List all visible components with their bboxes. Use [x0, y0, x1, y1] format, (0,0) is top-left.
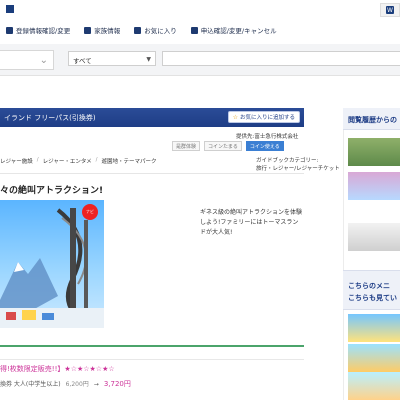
coin-use-badge-label: コイン使える: [249, 143, 280, 150]
nav-bookings[interactable]: 申込確認/変更/キャンセル: [190, 25, 277, 35]
history-thumbnail[interactable]: [348, 138, 400, 166]
breadcrumb-separator: /: [95, 157, 98, 163]
product-headline: 々の絶叫アトラクション!: [0, 186, 104, 196]
promo-text: 得!枚数限定販売!!】★☆★☆★☆★☆: [0, 365, 115, 373]
add-favorite-label: お気に入りに追加する: [239, 115, 295, 121]
add-favorite-button[interactable]: ☆ お気に入りに追加する: [227, 111, 300, 123]
price-line: 換券 大人(中学生以上) 6,200円 → 3,720円: [0, 379, 131, 389]
category-select[interactable]: すべて ▼: [68, 51, 156, 66]
coin-earn-badge-label: コインたまる: [208, 143, 238, 150]
sale-price: 3,720円: [103, 380, 131, 388]
language-label: W: [386, 6, 394, 14]
coin-use-badge[interactable]: コイン使える: [245, 141, 284, 151]
region-select[interactable]: ⌄: [0, 50, 54, 70]
dropdown-arrow-icon: ▼: [146, 56, 151, 63]
recommend-title-line1: こちらのメニ: [348, 282, 390, 290]
heart-icon: [134, 26, 142, 34]
document-icon: [190, 26, 198, 34]
chevron-down-icon: ⌄: [39, 55, 48, 66]
divider: [0, 173, 304, 174]
logo-icon: [6, 5, 14, 13]
account-nav: 登録情報確認/変更 家族情報 お気に入り 申込確認/変更/キャンセル: [6, 25, 277, 35]
product-title: イランド フリーパス(引換券): [4, 114, 96, 122]
experience-badge[interactable]: 是群体験: [172, 141, 201, 151]
history-title: 閲覧履歴からの: [348, 116, 397, 124]
new-badge: ナビ: [82, 204, 98, 220]
category-select-value: すべて: [73, 57, 92, 65]
nav-account-settings[interactable]: 登録情報確認/変更: [6, 25, 70, 35]
recommend-thumbnail[interactable]: [348, 344, 400, 372]
experience-badge-label: 是群体験: [176, 143, 197, 150]
nav-bookings-label: 申込確認/変更/キャンセル: [200, 27, 277, 35]
price-arrow: →: [93, 381, 99, 388]
provider-text: 提供先:富士急行株式会社: [236, 134, 299, 140]
breadcrumb: レジャー施設 / レジャー・エンタメ / 遊園地・テーマパーク: [0, 157, 157, 165]
section-divider: [0, 345, 304, 347]
product-header: イランド フリーパス(引換券) ☆ お気に入りに追加する: [0, 108, 304, 127]
star-icon: ☆: [232, 113, 238, 121]
ticket-type: 換券 大人(中学生以上): [0, 381, 61, 388]
guidebook-category: ガイドブックカテゴリー: 旅行・レジャー/レジャーチケット: [256, 157, 340, 173]
top-navigation: 登録情報確認/変更 家族情報 お気に入り 申込確認/変更/キャンセル W: [0, 0, 400, 44]
coin-earn-badge[interactable]: コインたまる: [204, 141, 242, 151]
recommend-title-line2: こちらも見てい: [348, 294, 397, 302]
nav-family-info-label: 家族情報: [94, 27, 121, 35]
recommend-header: こちらのメニ こちらも見てい: [343, 270, 400, 310]
product-image: ナビ: [0, 200, 104, 328]
product-actions: 是群体験 コインたまる コイン使える: [172, 141, 284, 151]
nav-account-settings-label: 登録情報確認/変更: [16, 27, 71, 35]
recommend-thumbnail[interactable]: [348, 314, 400, 342]
nav-family-info[interactable]: 家族情報: [84, 25, 120, 35]
history-thumbnail[interactable]: [348, 172, 400, 200]
breadcrumb-item[interactable]: レジャー施設: [0, 157, 33, 165]
user-icon: [6, 26, 13, 34]
history-header: 閲覧履歴からの: [343, 108, 400, 130]
search-input[interactable]: [162, 51, 400, 66]
nav-favorites-label: お気に入り: [144, 27, 177, 35]
original-price: 6,200円: [65, 381, 89, 388]
history-thumbnail[interactable]: [348, 223, 400, 251]
guidebook-category-value[interactable]: 旅行・レジャー/レジャーチケット: [256, 165, 340, 173]
guidebook-category-label: ガイドブックカテゴリー:: [256, 158, 319, 164]
language-button[interactable]: W: [380, 3, 400, 17]
breadcrumb-item[interactable]: 遊園地・テーマパーク: [102, 157, 157, 165]
product-description: ギネス級の絶叫アトラクションを体験しよう!ファミリーにはトーマスランドが大人気!: [200, 209, 303, 236]
nav-favorites[interactable]: お気に入り: [134, 25, 177, 35]
recommend-thumbnail[interactable]: [348, 372, 400, 400]
recommend-title: こちらのメニ こちらも見てい: [348, 280, 397, 304]
breadcrumb-separator: /: [36, 157, 39, 163]
breadcrumb-item[interactable]: レジャー・エンタメ: [43, 157, 92, 165]
family-icon: [84, 26, 92, 34]
